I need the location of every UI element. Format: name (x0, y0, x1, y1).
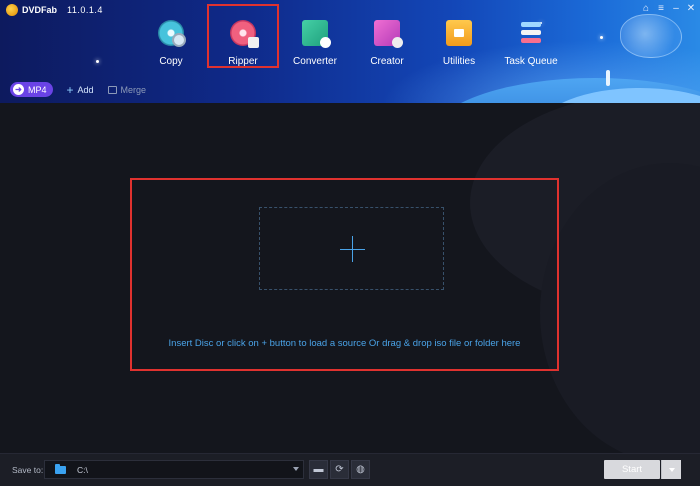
dvdfab-window: DVDFab 11.0.1.4 ⌂ ≡ – ✕ Copy Ripper Conv… (0, 0, 700, 486)
main-workspace: Insert Disc or click on + button to load… (0, 103, 700, 453)
logo-text: DVDFab (22, 5, 58, 15)
add-button[interactable]: + Add (67, 83, 94, 97)
creator-film-icon (374, 20, 403, 48)
version-label: 11.0.1.4 (67, 5, 103, 15)
web-button[interactable]: ◍ (351, 460, 370, 479)
utilities-folder-icon (446, 20, 472, 46)
module-label: Converter (293, 56, 337, 67)
menu-icon[interactable]: ≡ (656, 2, 666, 14)
module-ripper[interactable]: Ripper (207, 4, 279, 68)
module-label: Copy (159, 56, 183, 67)
footer-bar: Save to: C:\ ▬ ⟳ ◍ Start (0, 453, 700, 486)
task-queue-icon (518, 20, 544, 46)
refresh-icon: ⟳ (335, 464, 344, 475)
save-to-label: Save to: (12, 465, 44, 475)
module-creator[interactable]: Creator (351, 14, 423, 74)
source-toolbar: ➜ MP4 + Add Merge (10, 82, 146, 97)
star-decoration (600, 36, 603, 39)
start-button[interactable]: Start (604, 460, 660, 479)
arrow-right-icon: ➜ (13, 84, 24, 95)
profile-label: MP4 (28, 84, 47, 95)
close-icon[interactable]: ✕ (686, 2, 696, 14)
folder-open-icon: ▬ (313, 464, 324, 475)
module-label: Utilities (442, 56, 476, 67)
add-source-box[interactable] (259, 207, 444, 290)
globe-icon: ◍ (356, 464, 365, 475)
header-banner: DVDFab 11.0.1.4 ⌂ ≡ – ✕ Copy Ripper Conv… (0, 0, 700, 103)
module-nav: Copy Ripper Converter Creator Utilities … (135, 4, 567, 74)
merge-icon (107, 85, 117, 94)
plus-icon: + (66, 82, 74, 97)
save-path-value: C:\ (77, 464, 88, 475)
merge-label: Merge (120, 84, 147, 95)
save-path-select[interactable]: C:\ (44, 460, 304, 479)
app-logo: DVDFab 11.0.1.4 (6, 4, 103, 16)
module-label: Task Queue (504, 56, 558, 67)
add-plus-icon-vertical (352, 236, 353, 262)
drop-zone-highlight[interactable]: Insert Disc or click on + button to load… (130, 178, 559, 371)
figure-graphic (606, 70, 610, 86)
folder-icon (55, 463, 66, 474)
dvdfab-logo-icon (6, 4, 18, 16)
profile-mp4-button[interactable]: ➜ MP4 (10, 82, 53, 97)
window-controls: ⌂ ≡ – ✕ (641, 2, 696, 14)
chevron-down-icon[interactable] (293, 467, 299, 471)
copy-disc-icon (158, 20, 186, 47)
home-icon[interactable]: ⌂ (641, 2, 651, 14)
converter-film-icon (302, 20, 331, 48)
minimize-icon[interactable]: – (671, 2, 681, 14)
drop-zone-hint: Insert Disc or click on + button to load… (168, 338, 521, 349)
add-label: Add (77, 84, 94, 95)
module-label: Creator (370, 56, 404, 67)
star-decoration (96, 60, 99, 63)
module-label: Ripper (228, 56, 258, 67)
merge-button[interactable]: Merge (107, 84, 147, 95)
module-utilities[interactable]: Utilities (423, 14, 495, 74)
module-copy[interactable]: Copy (135, 14, 207, 74)
module-task-queue[interactable]: Task Queue (495, 14, 567, 74)
module-converter[interactable]: Converter (279, 14, 351, 74)
brain-graphic (620, 14, 682, 58)
start-options-button[interactable] (661, 460, 681, 479)
ripper-disc-icon (230, 20, 259, 48)
refresh-button[interactable]: ⟳ (330, 460, 349, 479)
chevron-down-icon (668, 467, 675, 472)
open-folder-button[interactable]: ▬ (309, 460, 328, 479)
